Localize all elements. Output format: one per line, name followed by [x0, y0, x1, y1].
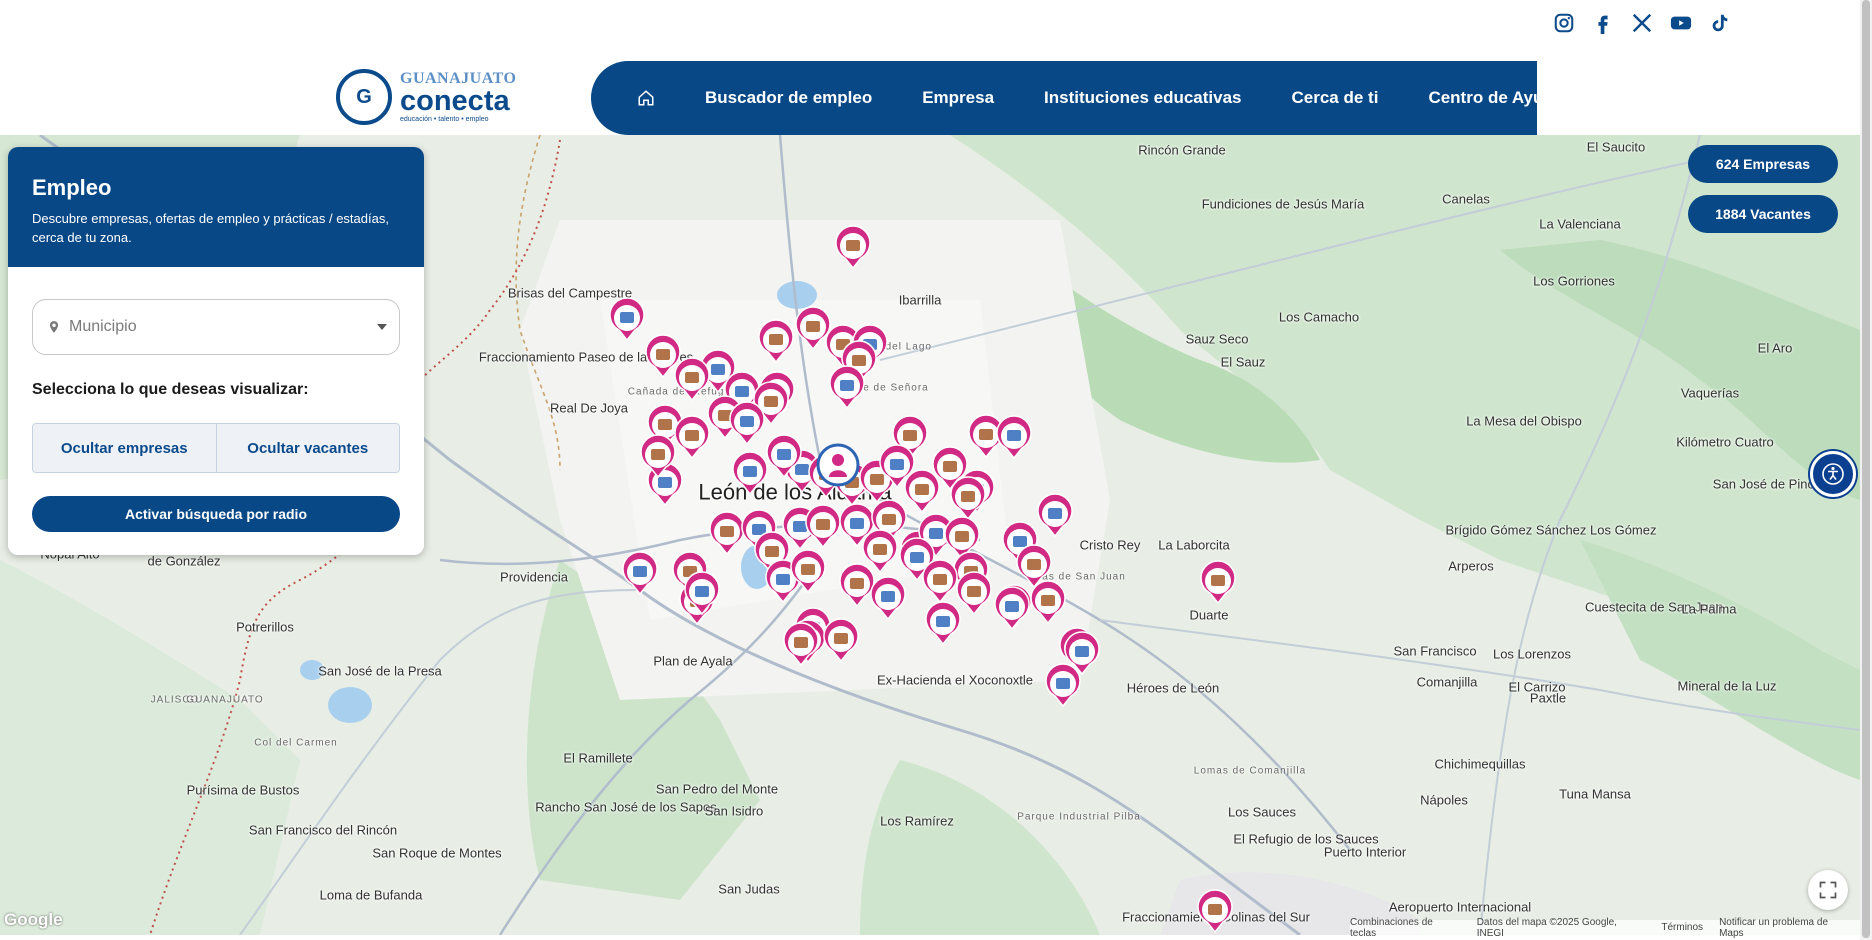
job-pin-icon[interactable]: [783, 622, 819, 667]
job-pin-icon[interactable]: [795, 306, 831, 351]
visualize-label: Selecciona lo que deseas visualizar:: [32, 381, 309, 398]
logo-tagline: educación • talento • empleo: [400, 116, 489, 123]
visibility-toggle-group: Ocultar empresas Ocultar vacantes: [32, 423, 400, 473]
job-pin-icon[interactable]: [862, 529, 898, 574]
nav-buscador-de-empleo[interactable]: Buscador de empleo: [705, 88, 872, 108]
keyboard-shortcuts-link[interactable]: Combinaciones de teclas: [1350, 917, 1461, 939]
nav-centro-de-ayuda[interactable]: Centro de Ayuda: [1428, 88, 1563, 108]
site-header: G GUANAJUATO conecta educación • talento…: [0, 0, 1860, 135]
youtube-icon[interactable]: [1668, 10, 1693, 35]
company-pin-icon[interactable]: [1045, 663, 1081, 708]
job-pin-icon[interactable]: [1200, 560, 1236, 605]
job-pin-icon[interactable]: [904, 469, 940, 514]
company-pin-icon[interactable]: [729, 401, 765, 446]
nav-cerca-de-ti[interactable]: Cerca de ti: [1292, 88, 1379, 108]
chevron-down-icon: [377, 324, 387, 330]
page-scrollbar-thumb[interactable]: [1862, 0, 1870, 938]
map-data-text: Datos del mapa ©2025 Google, INEGI: [1476, 916, 1617, 939]
location-pin-icon: [49, 321, 59, 333]
job-pin-icon[interactable]: [1030, 580, 1066, 625]
job-pin-icon[interactable]: [758, 319, 794, 364]
home-icon[interactable]: [637, 89, 655, 107]
hide-vacancies-button[interactable]: Ocultar vacantes: [215, 424, 400, 472]
nav-instituciones-educativas[interactable]: Instituciones educativas: [1044, 88, 1241, 108]
guanajuato-conecta-logo[interactable]: G GUANAJUATO conecta educación • talento…: [336, 66, 526, 128]
municipio-select[interactable]: Municipio: [32, 299, 400, 355]
municipio-placeholder: Municipio: [69, 318, 137, 335]
hide-companies-button[interactable]: Ocultar empresas: [33, 424, 216, 472]
nav-empresa[interactable]: Empresa: [922, 88, 994, 108]
employment-panel: Empleo Descubre empresas, ofertas de emp…: [8, 147, 424, 555]
job-pin-icon[interactable]: [709, 511, 745, 556]
company-pin-icon[interactable]: [994, 586, 1030, 631]
companies-count-badge[interactable]: 624 Empresas: [1688, 145, 1838, 183]
job-pin-icon[interactable]: [823, 618, 859, 663]
x-icon[interactable]: [1629, 10, 1654, 35]
report-problem-link[interactable]: Notificar un problema de Maps: [1719, 917, 1854, 939]
main-nav: Buscador de empleo Empresa Instituciones…: [591, 61, 1563, 135]
company-pin-icon[interactable]: [732, 451, 768, 496]
company-pin-icon[interactable]: [622, 551, 658, 596]
job-pin-icon[interactable]: [674, 357, 710, 402]
job-pin-icon[interactable]: [835, 225, 871, 270]
panel-description: Descubre empresas, ofertas de empleo y p…: [32, 211, 389, 245]
terms-link[interactable]: Términos: [1661, 922, 1703, 933]
job-pin-icon[interactable]: [674, 415, 710, 460]
job-pin-icon[interactable]: [922, 559, 958, 604]
job-pin-icon[interactable]: [950, 476, 986, 521]
logo-line-2: conecta: [400, 85, 510, 117]
job-pin-icon[interactable]: [956, 571, 992, 616]
tiktok-icon[interactable]: [1707, 10, 1732, 35]
social-links: [1551, 10, 1732, 35]
radius-search-button[interactable]: Activar búsqueda por radio: [32, 496, 400, 532]
company-pin-icon[interactable]: [870, 576, 906, 621]
job-pin-icon[interactable]: [805, 504, 841, 549]
company-pin-icon[interactable]: [829, 365, 865, 410]
company-pin-icon[interactable]: [1037, 493, 1073, 538]
map-attribution: Combinaciones de teclas Datos del mapa ©…: [1350, 917, 1860, 939]
facebook-icon[interactable]: [1590, 10, 1615, 35]
google-logo: Google: [4, 910, 63, 929]
company-pin-icon[interactable]: [996, 415, 1032, 460]
accessibility-icon[interactable]: [1810, 451, 1856, 497]
job-pin-icon[interactable]: [839, 563, 875, 608]
logo-emblem-icon: G: [336, 69, 392, 125]
vacancies-count-badge[interactable]: 1884 Vacantes: [1688, 195, 1838, 233]
company-pin-icon[interactable]: [925, 601, 961, 646]
employment-panel-header: Empleo Descubre empresas, ofertas de emp…: [8, 147, 424, 267]
job-pin-icon[interactable]: [1197, 889, 1233, 934]
fullscreen-icon[interactable]: [1808, 870, 1848, 910]
instagram-icon[interactable]: [1551, 10, 1576, 35]
panel-title: Empleo: [32, 175, 112, 200]
company-pin-icon[interactable]: [609, 297, 645, 342]
user-location-icon[interactable]: [816, 443, 860, 487]
